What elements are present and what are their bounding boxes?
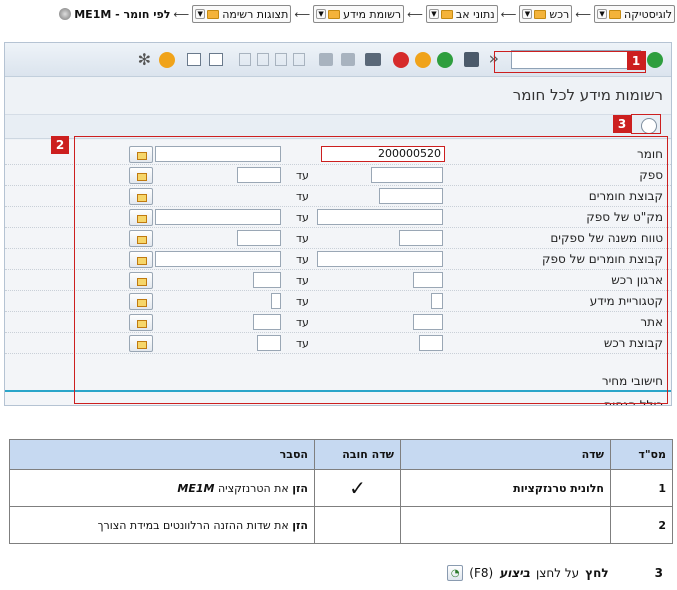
last-page-icon[interactable] <box>239 53 251 66</box>
chevron-down-icon[interactable]: ▼ <box>195 9 206 19</box>
chevron-down-icon[interactable]: ▼ <box>316 9 327 19</box>
breadcrumb-item-info-record[interactable]: ▼ רשומת מידע <box>313 5 405 23</box>
cancel-icon[interactable] <box>393 52 409 68</box>
step-key: (F8) <box>469 566 494 580</box>
find-icon[interactable] <box>341 53 355 66</box>
chevron-down-icon[interactable]: ▼ <box>428 9 439 19</box>
enter-icon[interactable] <box>647 52 663 68</box>
step-press: לחץ <box>585 566 609 580</box>
save-icon[interactable] <box>464 52 479 67</box>
first-page-icon[interactable] <box>293 53 305 66</box>
transaction-icon <box>59 8 72 20</box>
row-explanation: הזן את הטרנזקציה ME1M <box>9 469 315 507</box>
step-action: ביצוע <box>499 566 530 580</box>
title-bar: רשומות מידע לכל חומר <box>5 77 671 115</box>
page-title: רשומות מידע לכל חומר <box>512 86 663 104</box>
execute-icon: ◔ <box>447 565 464 581</box>
header-field: שדה <box>400 439 611 470</box>
arrow-left-icon: ⟵ <box>575 7 592 21</box>
step-on-button: על לחצן <box>536 566 580 580</box>
callout-3: 3 <box>613 115 631 133</box>
help-icon[interactable] <box>159 52 175 68</box>
header-number: מס"ד <box>610 439 673 470</box>
callout-3-box <box>631 114 661 134</box>
step-3: 3 לחץ על לחצן ביצוע (F8) ◔ <box>447 565 663 581</box>
breadcrumb-item-list-displays[interactable]: ▼ תצוגות רשימה <box>192 5 292 23</box>
breadcrumb-item-master-data[interactable]: ▼ נתוני אב <box>425 5 498 23</box>
callout-2-box <box>74 136 668 404</box>
table-row: 1 חלונית טרנזקציות ✓ הזן את הטרנזקציה ME… <box>9 469 673 507</box>
find-next-icon[interactable] <box>319 53 333 66</box>
folder-icon <box>534 9 547 19</box>
row-number: 1 <box>610 469 673 507</box>
callout-2: 2 <box>51 136 69 154</box>
row-number: 2 <box>610 506 673 544</box>
row-explanation: הזן את שדות ההזנה הרלוונטים במידת הצורך <box>9 506 315 544</box>
arrow-left-icon: ⟵ <box>294 7 311 21</box>
arrow-left-icon: ⟵ <box>173 7 190 21</box>
breadcrumb: ▼ לוגיסטיקה ⟵ ▼ רכש ⟵ ▼ נתוני אב ⟵ ▼ רשומת מ… <box>2 4 675 24</box>
instructions-table: מס"ד שדה שדה חובה הסבר 1 חלונית טרנזקציו… <box>9 439 673 544</box>
folder-icon <box>207 9 220 19</box>
check-icon: ✓ <box>314 469 401 507</box>
step-number: 3 <box>654 566 663 580</box>
exit-icon[interactable] <box>415 52 431 68</box>
print-icon[interactable] <box>365 53 381 66</box>
callout-1-box <box>494 51 646 73</box>
row-field <box>400 506 611 544</box>
row-field: חלונית טרנזקציות <box>400 469 611 507</box>
gear-icon[interactable]: ✻ <box>138 50 151 69</box>
breadcrumb-item-purchasing[interactable]: ▼ רכש <box>519 5 573 23</box>
back-icon[interactable] <box>437 52 453 68</box>
prev-page-icon[interactable] <box>275 53 287 66</box>
header-explanation: הסבר <box>9 439 315 470</box>
create-session-icon[interactable] <box>209 53 223 66</box>
folder-icon <box>328 9 341 19</box>
chevron-down-icon[interactable]: ▼ <box>597 9 608 19</box>
folder-icon <box>609 9 622 19</box>
next-page-icon[interactable] <box>257 53 269 66</box>
row-mandatory <box>314 506 401 544</box>
breadcrumb-current: ME1M - לפי חומר <box>59 8 170 21</box>
arrow-left-icon: ⟵ <box>500 7 517 21</box>
breadcrumb-item-logistics[interactable]: ▼ לוגיסטיקה <box>594 5 675 23</box>
table-row: 2 הזן את שדות ההזנה הרלוונטים במידת הצור… <box>9 506 673 544</box>
shortcut-icon[interactable] <box>187 53 201 66</box>
header-mandatory: שדה חובה <box>314 439 401 470</box>
chevron-down-icon[interactable]: ▼ <box>522 9 533 19</box>
arrow-left-icon: ⟵ <box>407 7 423 21</box>
folder-icon <box>440 9 453 19</box>
